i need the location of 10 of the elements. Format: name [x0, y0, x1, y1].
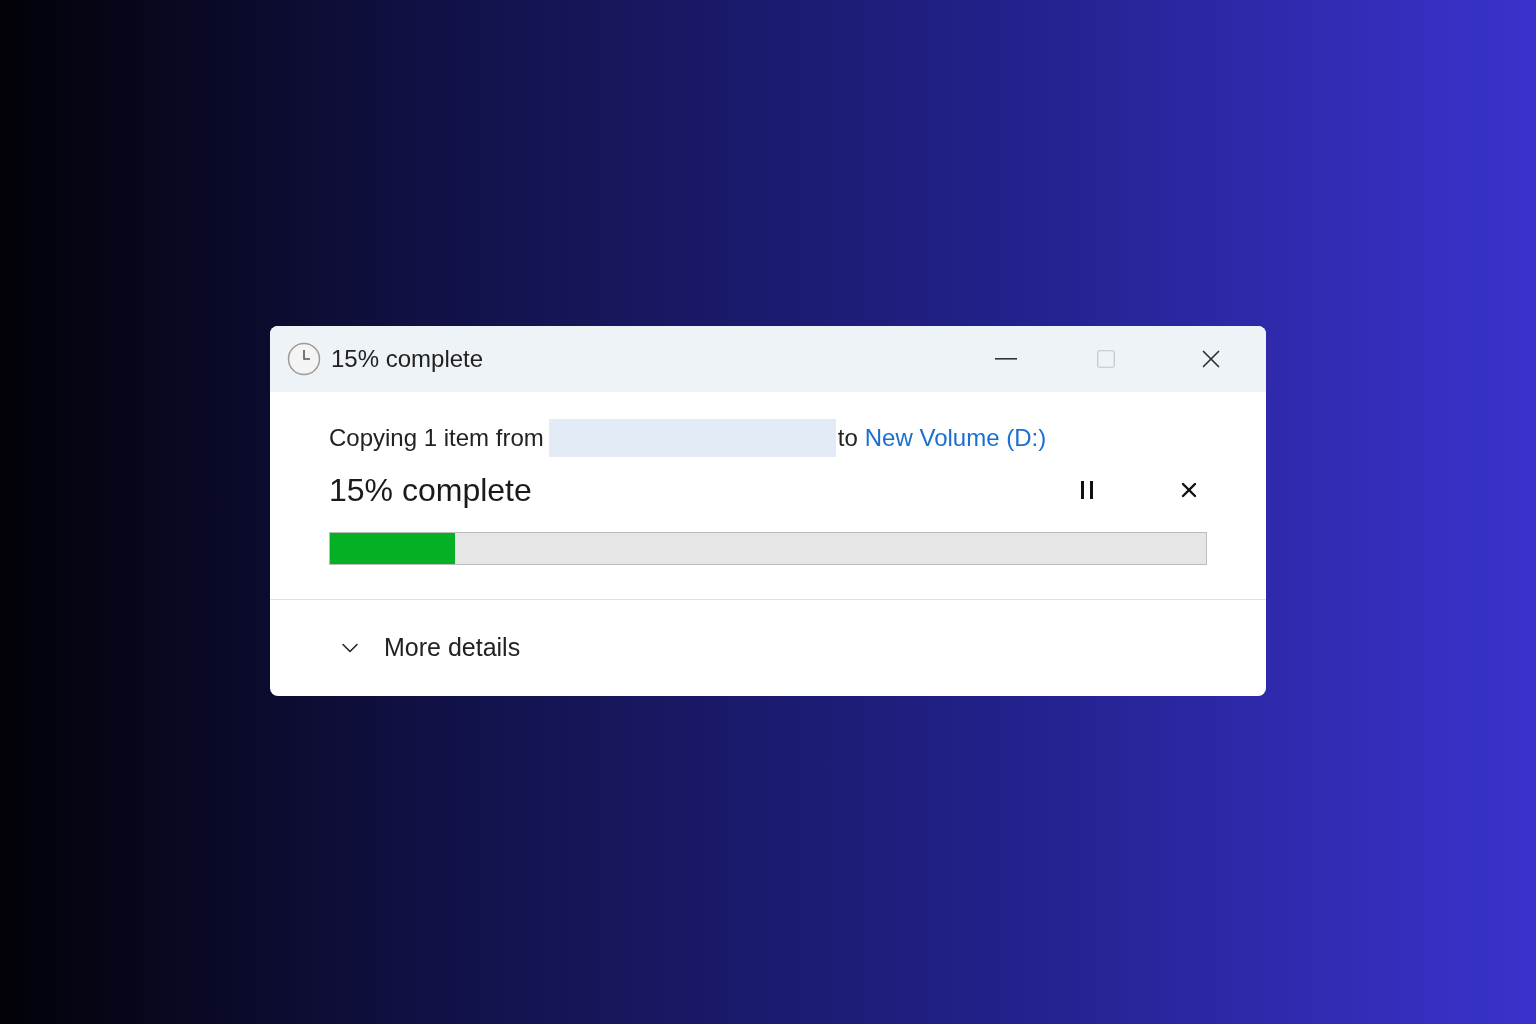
pause-icon — [1080, 480, 1094, 499]
progress-status: 15% complete — [329, 470, 532, 510]
more-details-toggle[interactable]: More details — [336, 628, 521, 667]
copy-description: Copying 1 item from — [329, 422, 544, 453]
destination-link[interactable]: New Volume (D:) — [864, 419, 1047, 456]
window-title: 15% complete — [331, 343, 484, 374]
destination-label: to — [837, 422, 858, 453]
clock-icon — [287, 341, 321, 376]
minimize-icon — [995, 357, 1017, 360]
maximize-icon — [1095, 347, 1117, 370]
